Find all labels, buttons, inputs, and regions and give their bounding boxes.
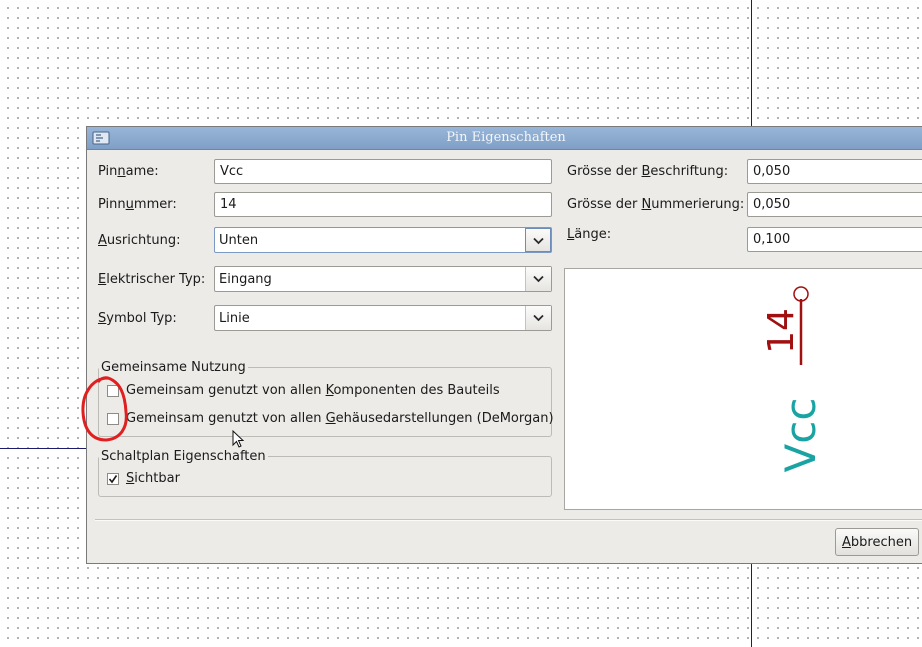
symbol-type-select[interactable]: Linie (214, 305, 552, 331)
symbol-type-dropdown-button[interactable] (525, 306, 551, 330)
preview-pin-name: Vcc (776, 398, 825, 473)
pin-name-input[interactable] (214, 159, 552, 184)
pin-preview-drawing: 14 Vcc (761, 286, 825, 473)
orientation-dropdown-button[interactable] (525, 228, 551, 252)
chevron-down-icon (533, 314, 544, 322)
share-all-body-styles-label[interactable]: Gemeinsam genutzt von allen Gehäusedarst… (126, 411, 554, 426)
dialog-title: Pin Eigenschaften (446, 130, 566, 145)
share-all-units-label[interactable]: Gemeinsam genutzt von allen Komponenten … (126, 383, 500, 398)
orientation-value: Unten (219, 233, 259, 248)
length-label: Länge: (567, 227, 612, 242)
visible-checkbox[interactable] (107, 473, 119, 485)
electrical-type-dropdown-button[interactable] (525, 267, 551, 291)
electrical-type-select[interactable]: Eingang (214, 266, 552, 292)
pin-number-input[interactable] (214, 192, 552, 217)
name-size-input[interactable] (747, 159, 922, 184)
pin-end-circle (793, 286, 809, 302)
cancel-button[interactable]: Abbrechen (835, 528, 919, 556)
symbol-type-value: Linie (219, 311, 250, 326)
chevron-down-icon (533, 275, 544, 283)
schematic-properties-legend: Schaltplan Eigenschaften (101, 449, 266, 464)
preview-pin-number: 14 (761, 308, 802, 354)
red-circle-annotation (81, 376, 128, 442)
number-size-label: Grösse der Nummerierung: (567, 197, 745, 212)
orientation-select[interactable]: Unten (214, 227, 552, 253)
pin-properties-dialog: Pin Eigenschaften Pinname: Pinnummer: Au… (86, 126, 922, 564)
schematic-grid-line-horizontal (0, 448, 90, 449)
symbol-type-label: Symbol Typ: (98, 311, 177, 326)
mouse-cursor-icon (232, 430, 245, 448)
visible-label[interactable]: Sichtbar (126, 471, 180, 486)
pin-preview-panel: 14 Vcc (564, 268, 922, 510)
chevron-down-icon (533, 237, 544, 245)
orientation-label: Ausrichtung: (98, 233, 181, 248)
name-size-label: Grösse der Beschriftung: (567, 164, 729, 179)
checkmark-icon (108, 475, 118, 484)
dialog-separator (95, 519, 922, 521)
electrical-type-label: Elektrischer Typ: (98, 272, 206, 287)
electrical-type-value: Eingang (219, 272, 272, 287)
pin-name-label: Pinname: (98, 164, 159, 179)
pin-number-label: Pinnummer: (98, 197, 177, 212)
length-input[interactable] (747, 227, 922, 252)
number-size-input[interactable] (747, 192, 922, 217)
dialog-titlebar[interactable]: Pin Eigenschaften (87, 127, 922, 150)
